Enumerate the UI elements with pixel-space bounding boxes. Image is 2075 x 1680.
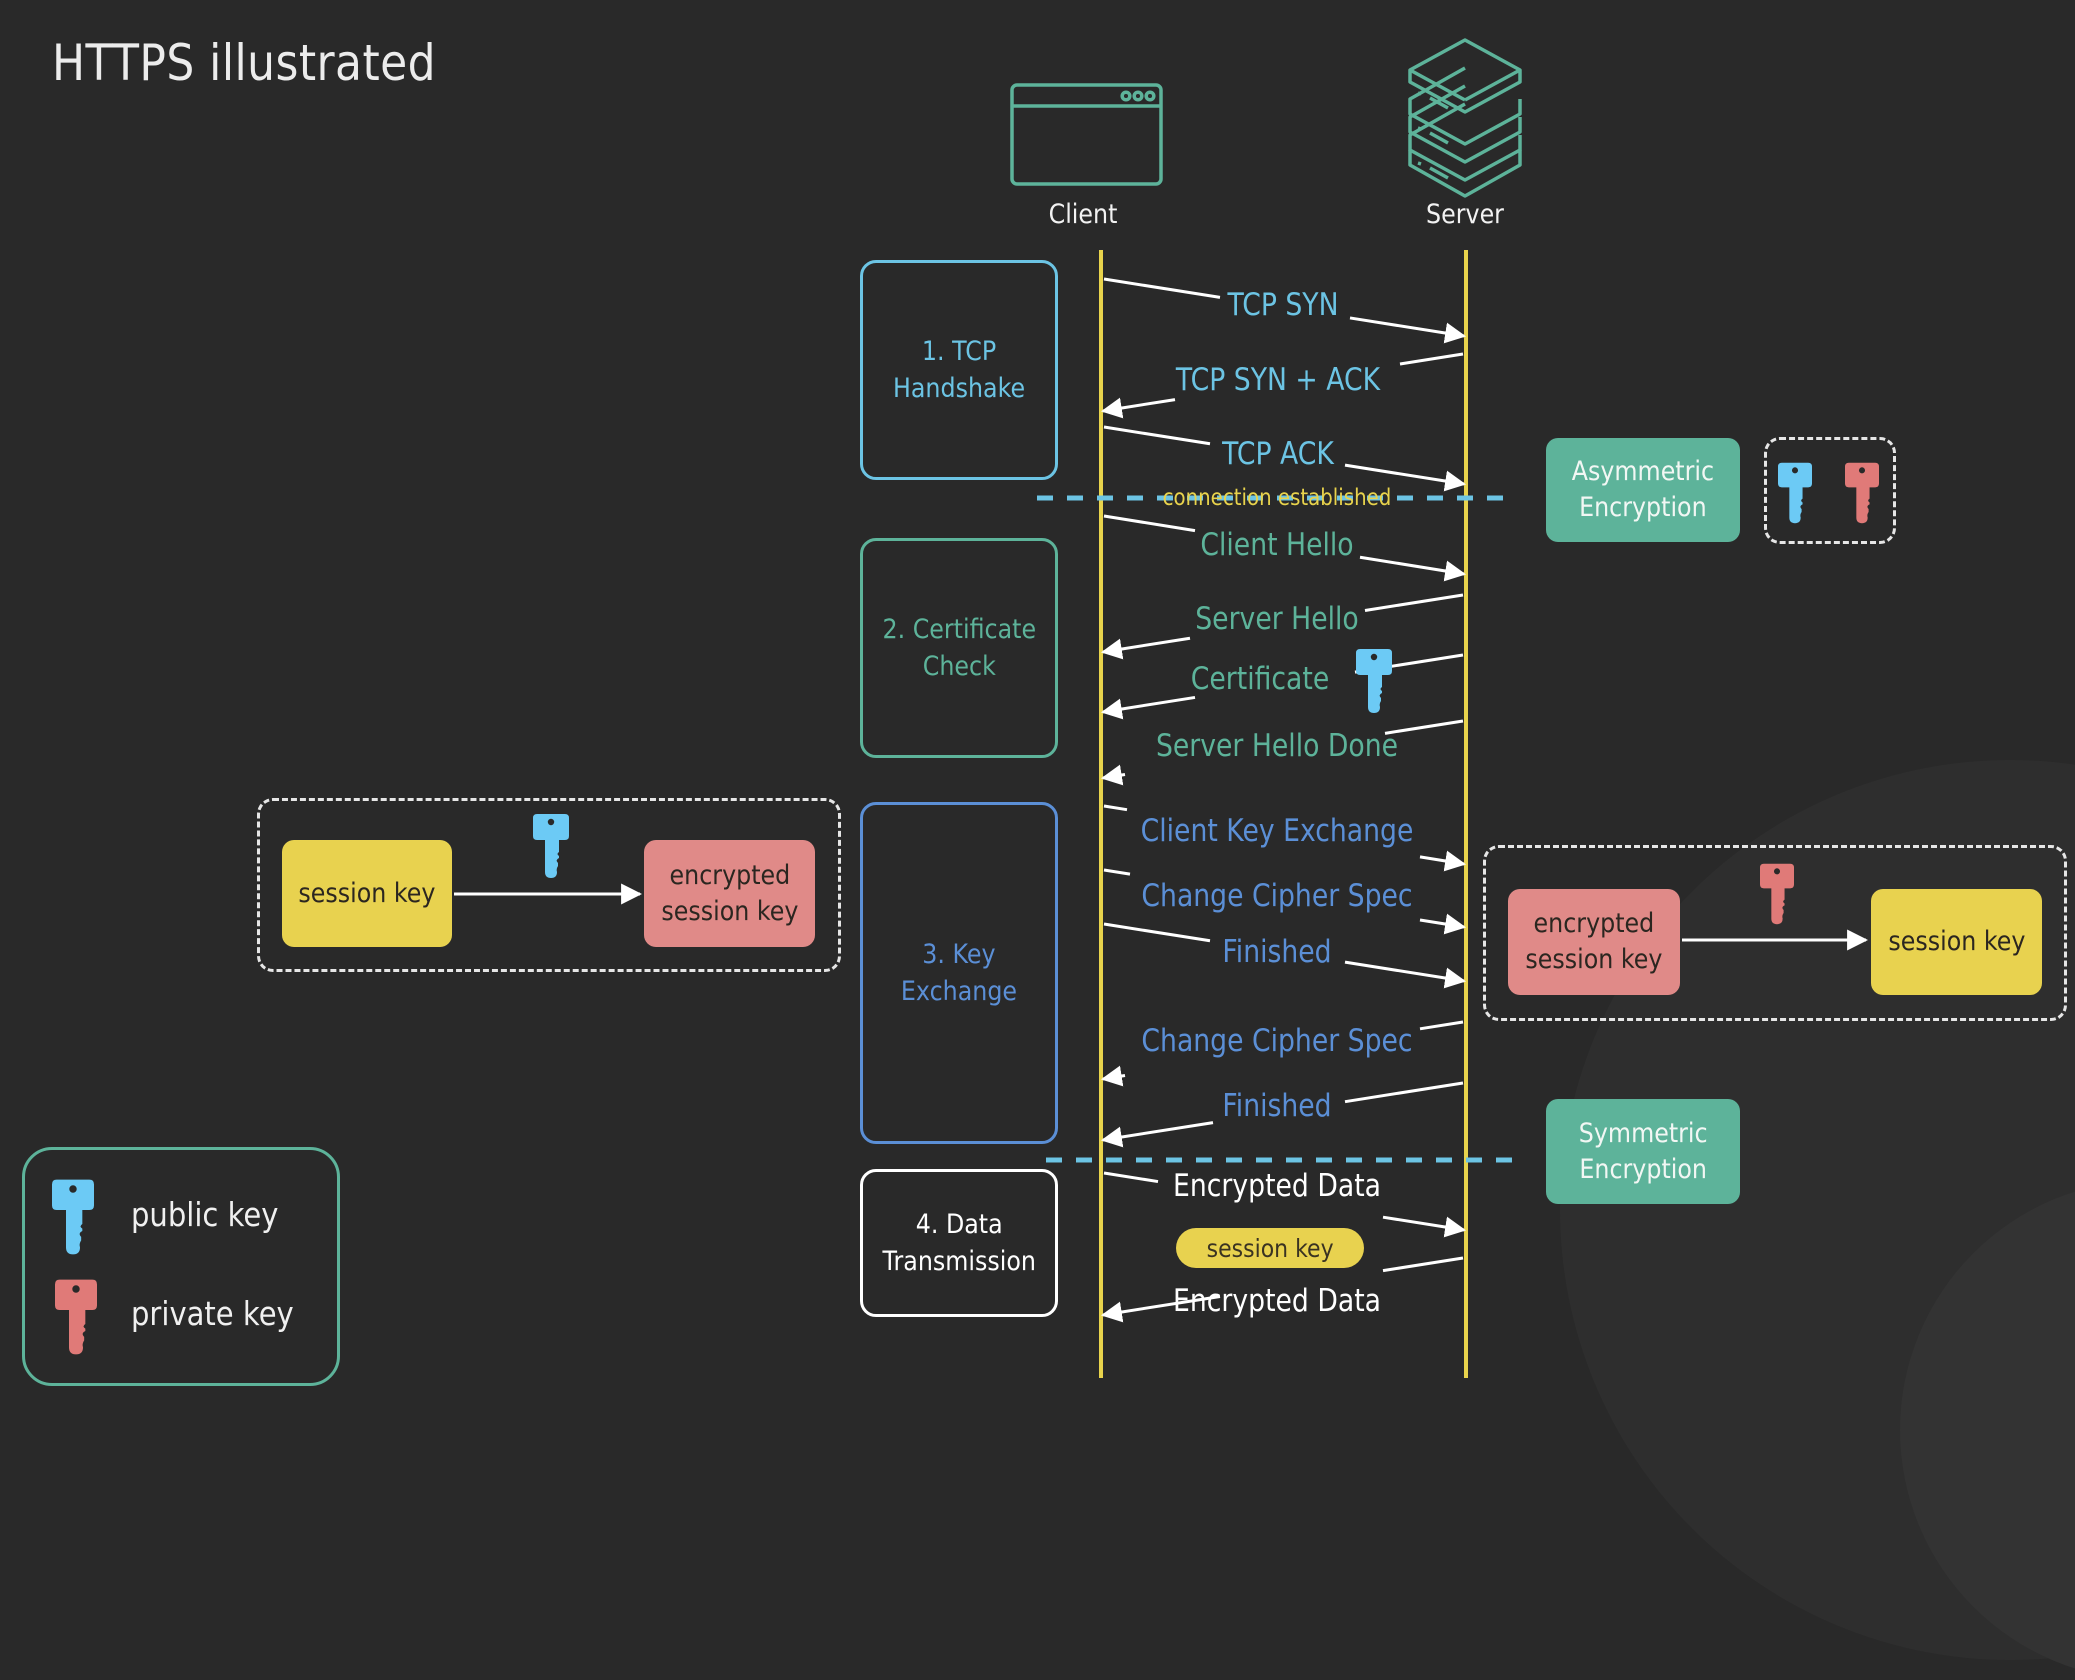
message-arrow	[1359, 555, 1467, 582]
message-arrow	[1349, 316, 1467, 344]
message-arrow-tail	[1103, 277, 1221, 299]
chip-label: encrypted session key	[660, 859, 799, 927]
connection-established-label: connection established	[1162, 485, 1392, 511]
step-label: 4. Data Transmission	[882, 1209, 1036, 1277]
legend	[22, 1147, 340, 1386]
message-label: Encrypted Data	[1173, 1283, 1381, 1319]
message-label: Finished	[1222, 934, 1332, 970]
message-arrow	[1344, 960, 1467, 989]
message-arrow-tail	[1103, 804, 1128, 812]
message-arrow	[1419, 850, 1467, 872]
message-arrow	[1100, 695, 1196, 720]
message-label: Change Cipher Spec	[1141, 1023, 1413, 1059]
chip-label: session key	[1887, 926, 2026, 957]
step-label: 1. TCP Handshake	[892, 336, 1026, 404]
message-arrow-tail	[1103, 514, 1196, 533]
message-label: TCP SYN + ACK	[1175, 362, 1381, 398]
session-key-pill: session key	[1176, 1228, 1364, 1268]
message-label: Encrypted Data	[1173, 1168, 1381, 1204]
message-arrow	[1100, 764, 1126, 786]
message-arrow-tail	[1344, 1081, 1464, 1104]
message-label: Finished	[1222, 1088, 1332, 1124]
message-label: Client Key Exchange	[1140, 813, 1414, 849]
message-arrow	[1100, 636, 1191, 660]
step-certificate-check: 2. Certificate Check	[860, 538, 1058, 758]
legend-private-key-label: private key	[131, 1294, 294, 1333]
message-arrow	[1382, 1215, 1467, 1238]
message-label: Client Hello	[1200, 527, 1354, 563]
page-title: HTTPS illustrated	[52, 34, 437, 92]
message-label: Change Cipher Spec	[1141, 878, 1413, 914]
pill-label: session key	[1206, 1233, 1334, 1263]
key-pair-box	[1764, 437, 1896, 544]
step-data-transmission: 4. Data Transmission	[860, 1169, 1058, 1317]
client-label: Client	[1048, 199, 1118, 230]
server-label: Server	[1426, 199, 1504, 230]
message-arrow	[1100, 1121, 1214, 1148]
message-arrow-tail	[1103, 1171, 1159, 1184]
badge-label: Asymmetric Encryption	[1571, 456, 1715, 523]
message-arrow-tail	[1419, 1020, 1464, 1031]
message-arrow-tail	[1103, 868, 1131, 876]
chip-label: encrypted session key	[1525, 908, 1663, 975]
session-key-chip: session key	[1871, 889, 2042, 995]
message-label: TCP ACK	[1222, 436, 1334, 472]
message-arrow	[1419, 913, 1467, 935]
step-tcp-handshake: 1. TCP Handshake	[860, 260, 1058, 480]
message-label: Server Hello	[1195, 601, 1359, 637]
message-label: Server Hello Done	[1155, 728, 1399, 764]
step-key-exchange: 3. Key Exchange	[860, 802, 1058, 1144]
step-label: 2. Certificate Check	[882, 614, 1036, 682]
message-arrow-tail	[1103, 922, 1211, 943]
badge-label: Symmetric Encryption	[1578, 1117, 1708, 1185]
asymmetric-encryption-badge: Asymmetric Encryption	[1546, 438, 1740, 542]
session-key-chip: session key	[282, 840, 452, 947]
message-arrow-tail	[1399, 352, 1464, 366]
symmetric-encryption-badge: Symmetric Encryption	[1546, 1099, 1740, 1204]
step-label: 3. Key Exchange	[900, 939, 1018, 1007]
message-arrow	[1100, 397, 1176, 419]
message-label: TCP SYN	[1227, 287, 1339, 323]
message-arrow-tail	[1382, 1256, 1464, 1273]
legend-public-key-label: public key	[131, 1195, 279, 1234]
server-stack-icon	[1408, 38, 1522, 198]
encrypted-session-key-chip: encrypted session key	[644, 840, 815, 947]
browser-window-icon	[1010, 83, 1163, 186]
public-key-icon	[1356, 649, 1392, 713]
message-arrow-tail	[1364, 593, 1464, 612]
message-label: Certificate	[1190, 661, 1330, 697]
message-arrow-tail	[1103, 425, 1211, 446]
message-arrow	[1344, 463, 1467, 492]
message-arrow	[1100, 1065, 1126, 1087]
encrypted-session-key-chip: encrypted session key	[1508, 889, 1680, 995]
chip-label: session key	[298, 877, 436, 909]
